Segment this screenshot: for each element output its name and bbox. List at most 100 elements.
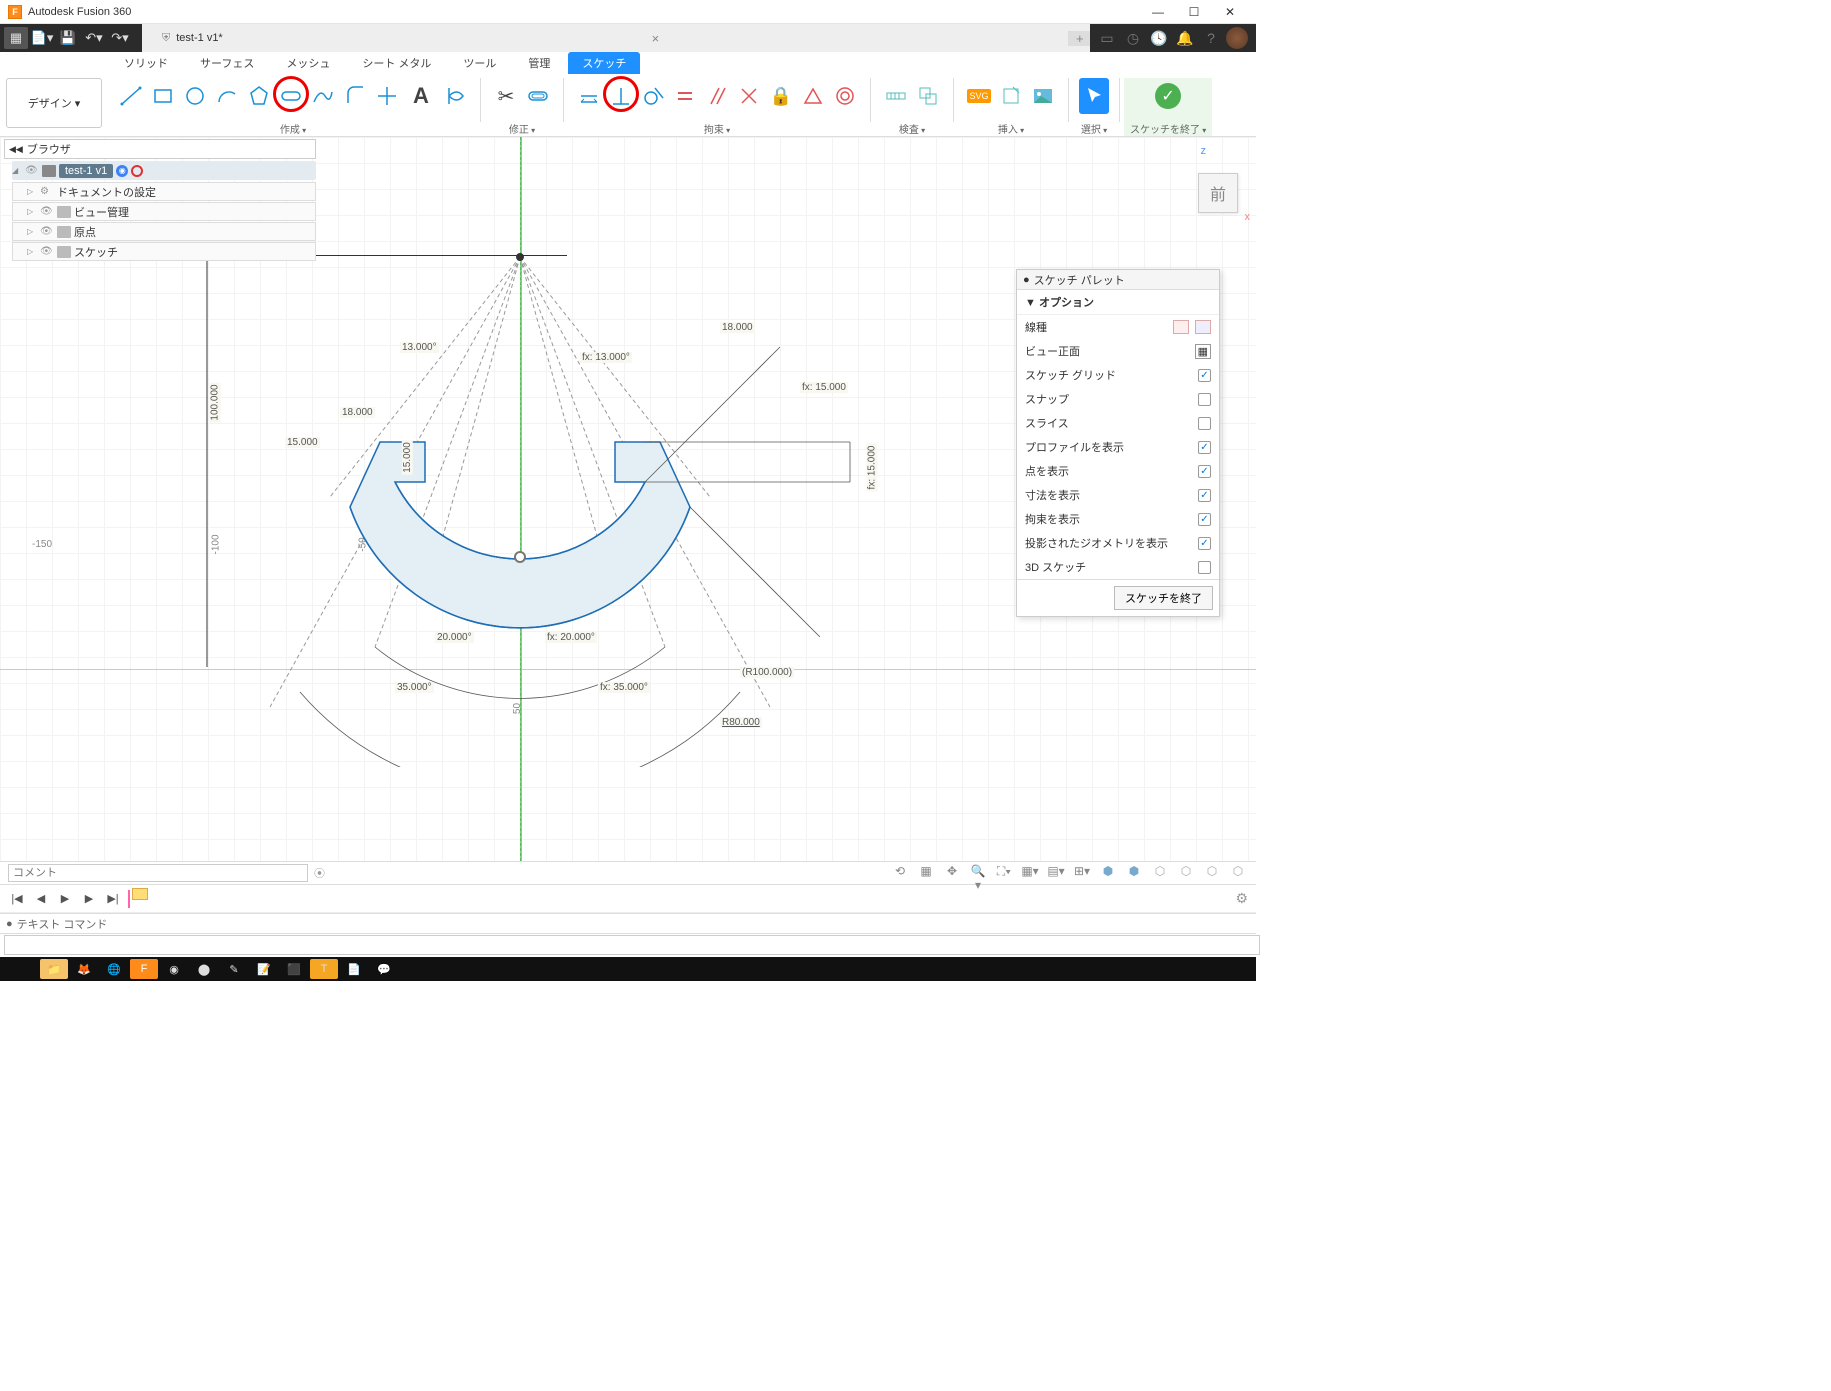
document-tab[interactable]: ⛨ test-1 v1* <box>142 27 243 49</box>
palette-row-points[interactable]: 点を表示 <box>1017 459 1219 483</box>
new-tab-button[interactable]: + <box>1068 31 1090 46</box>
grid-icon[interactable]: ▤▾ <box>1046 864 1066 882</box>
slot-tool[interactable] <box>276 78 306 114</box>
display-icon[interactable]: ▦▾ <box>1020 864 1040 882</box>
perpendicular-constraint[interactable] <box>734 78 764 114</box>
shade2-icon[interactable]: ⬢ <box>1124 864 1144 882</box>
timeline-play[interactable]: ▶ <box>56 892 74 905</box>
offset-tool[interactable] <box>523 78 553 114</box>
palette-row-projected[interactable]: 投影されたジオメトリを表示 <box>1017 531 1219 555</box>
timeline-settings-icon[interactable]: ⚙ <box>1235 890 1248 907</box>
group-finish-label[interactable]: スケッチを終了 <box>1130 121 1206 136</box>
dim-15-fx-tab[interactable]: fx: 15.000 <box>866 444 877 492</box>
timeline-prev[interactable]: ◀ <box>32 892 50 905</box>
browser-root[interactable]: ◢👁 test-1 v1 ◉ <box>12 161 316 180</box>
tab-sheetmetal[interactable]: シート メタル <box>348 52 445 74</box>
updates-icon[interactable]: ◷ <box>1122 27 1144 49</box>
look-at-icon[interactable]: ▦ <box>1195 344 1211 359</box>
minimize-button[interactable]: — <box>1140 1 1176 23</box>
taskbar-app2-icon[interactable]: ⬤ <box>190 959 218 979</box>
taskbar-firefox-icon[interactable]: 🦊 <box>70 959 98 979</box>
taskbar-chrome-icon[interactable]: 🌐 <box>100 959 128 979</box>
dim-18-r[interactable]: 18.000 <box>720 322 755 333</box>
dim-100[interactable]: 100.000 <box>210 382 221 422</box>
dim-35[interactable]: 35.000° <box>395 682 434 693</box>
taskbar-app5-icon[interactable]: ⬛ <box>280 959 308 979</box>
tab-close-button[interactable]: × <box>644 31 668 46</box>
palette-finish-button[interactable]: スケッチを終了 <box>1114 586 1213 610</box>
tab-manage[interactable]: 管理 <box>514 52 564 74</box>
tangent-constraint[interactable] <box>638 78 668 114</box>
dim-r80[interactable]: R80.000 <box>720 717 762 728</box>
clock-icon[interactable]: 🕓 <box>1148 27 1170 49</box>
midpoint-constraint[interactable] <box>798 78 828 114</box>
palette-row-grid[interactable]: スケッチ グリッド <box>1017 363 1219 387</box>
palette-row-dims[interactable]: 寸法を表示 <box>1017 483 1219 507</box>
tab-surface[interactable]: サーフェス <box>186 52 268 74</box>
rectangle-tool[interactable] <box>148 78 178 114</box>
shade1-icon[interactable]: ⬢ <box>1098 864 1118 882</box>
construction-line-icon[interactable] <box>1173 320 1189 334</box>
extensions-icon[interactable]: ▭ <box>1096 27 1118 49</box>
text-tool[interactable]: A <box>404 78 438 114</box>
arc-tool[interactable] <box>212 78 242 114</box>
point-tool[interactable] <box>372 78 402 114</box>
parallel-constraint[interactable] <box>702 78 732 114</box>
tab-tool[interactable]: ツール <box>449 52 510 74</box>
notifications-icon[interactable]: 🔔 <box>1174 27 1196 49</box>
polygon-tool[interactable] <box>244 78 274 114</box>
taskbar-app1-icon[interactable]: ◉ <box>160 959 188 979</box>
equal-constraint[interactable] <box>670 78 700 114</box>
trim-tool[interactable]: ✂ <box>491 78 521 114</box>
group-select-label[interactable]: 選択 <box>1081 121 1107 136</box>
redo-button[interactable]: ↷▾ <box>108 27 132 49</box>
undo-button[interactable]: ↶▾ <box>82 27 106 49</box>
comment-input[interactable] <box>8 864 308 882</box>
browser-header[interactable]: ◀◀ ブラウザ <box>4 139 316 159</box>
group-constrain-label[interactable]: 拘束 <box>704 121 730 136</box>
workspace-switcher[interactable]: デザイン ▾ <box>6 78 102 128</box>
timeline-next[interactable]: ▶ <box>80 892 98 905</box>
concentric-constraint[interactable] <box>830 78 860 114</box>
orbit-icon[interactable]: ⟲ <box>890 864 910 882</box>
tab-mesh[interactable]: メッシュ <box>272 52 344 74</box>
measure-tool[interactable] <box>881 78 911 114</box>
user-avatar[interactable] <box>1226 27 1248 49</box>
palette-row-3dsketch[interactable]: 3D スケッチ <box>1017 555 1219 579</box>
browser-node-docset[interactable]: ▷⚙ドキュメントの設定 <box>12 182 316 201</box>
dim-20-fx[interactable]: fx: 20.000° <box>545 632 597 643</box>
insert-derive-tool[interactable] <box>996 78 1026 114</box>
help-icon[interactable]: ? <box>1200 27 1222 49</box>
taskbar-app4-icon[interactable]: 📝 <box>250 959 278 979</box>
dim-35-fx[interactable]: fx: 35.000° <box>598 682 650 693</box>
insert-svg-tool[interactable]: SVG <box>964 78 994 114</box>
taskbar-app6-icon[interactable]: T <box>310 959 338 979</box>
group-create-label[interactable]: 作成 <box>280 121 306 136</box>
taskbar-app3-icon[interactable]: ✎ <box>220 959 248 979</box>
viewport-icon[interactable]: ⊞▾ <box>1072 864 1092 882</box>
canvas[interactable]: -150 -100 -50 50 <box>0 137 1256 861</box>
palette-section-options[interactable]: ▼ オプション <box>1017 290 1219 315</box>
finish-sketch-button[interactable]: ✓ <box>1153 78 1183 114</box>
zoom-icon[interactable]: 🔍▾ <box>968 864 988 882</box>
fillet-tool[interactable] <box>340 78 370 114</box>
vertical-constraint[interactable] <box>606 78 636 114</box>
palette-row-constraints[interactable]: 拘束を表示 <box>1017 507 1219 531</box>
tab-solid[interactable]: ソリッド <box>110 52 182 74</box>
timeline-start[interactable]: |◀ <box>8 892 26 905</box>
shade6-icon[interactable]: ⬡ <box>1228 864 1248 882</box>
timeline-end[interactable]: ▶| <box>104 892 122 905</box>
pan-icon[interactable]: ✥ <box>942 864 962 882</box>
browser-node-views[interactable]: ▷👁ビュー管理 <box>12 202 316 221</box>
viewcube[interactable]: 前 <box>1198 173 1238 213</box>
spline-tool[interactable] <box>308 78 338 114</box>
tab-sketch[interactable]: スケッチ <box>568 52 640 74</box>
dim-angle-13[interactable]: 13.000° <box>400 342 439 353</box>
lookat-icon[interactable]: ▦ <box>916 864 936 882</box>
select-tool[interactable] <box>1079 78 1109 114</box>
timeline-sketch-feature[interactable] <box>128 890 146 908</box>
browser-node-sketches[interactable]: ▷👁スケッチ <box>12 242 316 261</box>
centerline-icon[interactable] <box>1195 320 1211 334</box>
taskbar-explorer-icon[interactable]: 📁 <box>40 959 68 979</box>
group-modify-label[interactable]: 修正 <box>509 121 535 136</box>
